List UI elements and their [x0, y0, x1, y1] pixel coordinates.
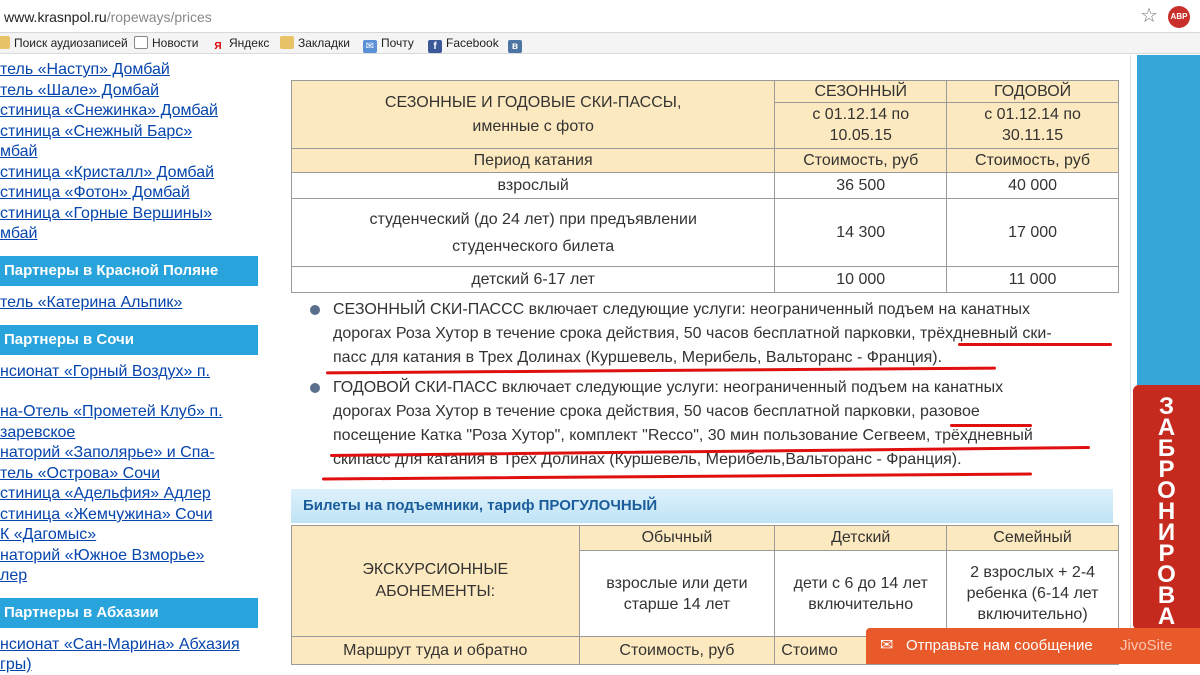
- url-path: /ropeways/prices: [106, 9, 212, 25]
- season-pass-description: СЕЗОННЫЙ СКИ-ПАССС включает следующие ус…: [333, 301, 1052, 366]
- child-desc: дети с 6 до 14 лет включительно: [774, 550, 948, 637]
- envelope-icon: ✉: [880, 637, 894, 654]
- sidebar-heading-sochi: Партнеры в Сочи: [0, 325, 258, 355]
- sidebar-link[interactable]: наторий «Южное Взморье»: [0, 546, 204, 566]
- page-icon: [134, 36, 148, 49]
- cost-label: Стоимость, руб: [774, 148, 948, 173]
- table-row: студенческий (до 24 лет) при предъявлени…: [290, 198, 1119, 267]
- sidebar-link[interactable]: тель «Острова» Сочи: [0, 464, 160, 484]
- sidebar-link[interactable]: на-Отель «Прометей Клуб» п.: [0, 402, 223, 422]
- bullet-icon: [310, 305, 320, 315]
- sidebar-heading-krasnaya-polyana: Партнеры в Красной Поляне: [0, 256, 258, 286]
- chat-widget-button[interactable]: ✉ Отправьте нам сообщение JivoSite: [866, 628, 1200, 664]
- sidebar-link[interactable]: мбай: [0, 142, 37, 162]
- sidebar-link[interactable]: тель «Наступ» Домбай: [0, 60, 170, 80]
- bookmark-folder[interactable]: Закладки: [280, 35, 350, 52]
- table-row: детский 6-17 лет 10 000 11 000: [290, 266, 1119, 293]
- season-header-cell: СЕЗОННЫЙ с 01.12.14 по 10.05.15: [774, 80, 948, 149]
- sidebar-link[interactable]: гры): [0, 655, 32, 675]
- sidebar-link[interactable]: лер: [0, 566, 27, 586]
- chat-widget-label: Отправьте нам сообщение: [906, 637, 1093, 654]
- year-header-cell: ГОДОВОЙ с 01.12.14 по 30.11.15: [946, 80, 1119, 149]
- period-label: Период катания: [290, 148, 776, 173]
- facebook-icon: f: [428, 40, 442, 53]
- sidebar-link[interactable]: стиница «Снежный Барс»: [0, 122, 192, 142]
- bookmark-news[interactable]: Новости: [134, 35, 198, 52]
- section-heading-walking-tariff: Билеты на подъемники, тариф ПРОГУЛОЧНЫЙ: [291, 489, 1113, 523]
- red-underline: [950, 424, 1032, 427]
- excursion-title-cell: ЭКСКУРСИОННЫЕ АБОНЕМЕНТЫ:: [291, 525, 580, 637]
- chat-widget-brand: JivoSite: [1120, 637, 1173, 654]
- red-underline: [958, 343, 1112, 346]
- sidebar-link[interactable]: стиница «Кристалл» Домбай: [0, 163, 214, 183]
- table-title-cell: СЕЗОННЫЕ И ГОДОВЫЕ СКИ-ПАССЫ, именные с …: [290, 80, 776, 149]
- ski-pass-table: СЕЗОННЫЕ И ГОДОВЫЕ СКИ-ПАССЫ, именные с …: [290, 80, 1119, 293]
- sidebar-link[interactable]: стиница «Горные Вершины»: [0, 204, 212, 224]
- sidebar-link[interactable]: тель «Катерина Альпик»: [0, 293, 182, 313]
- folder-icon: [280, 36, 294, 49]
- col-regular: Обычный: [578, 525, 776, 551]
- address-bar[interactable]: www.krasnpol.ru/ropeways/prices ☆ ABP: [0, 0, 1200, 33]
- bookmarks-bar: Поиск аудиозаписей Новости Я Яндекс Закла…: [0, 33, 1200, 54]
- url-field[interactable]: www.krasnpol.ru/ropeways/prices: [0, 4, 212, 30]
- url-host: www.krasnpol.ru: [4, 9, 107, 25]
- adblock-icon[interactable]: ABP: [1168, 6, 1190, 28]
- bookmark-vk[interactable]: в: [508, 35, 526, 53]
- sidebar-link[interactable]: тель «Шале» Домбай: [0, 81, 159, 101]
- bookmark-mail[interactable]: ✉ Почту: [363, 35, 414, 53]
- sidebar-link[interactable]: мбай: [0, 224, 37, 244]
- cost-label: Стоимость, руб: [946, 148, 1119, 173]
- folder-icon: [0, 36, 10, 49]
- bookmark-yandex[interactable]: Я Яндекс: [211, 35, 269, 52]
- sidebar-link[interactable]: нсионат «Сан-Марина» Абхазия: [0, 635, 240, 655]
- col-family: Семейный: [946, 525, 1119, 551]
- sidebar-link[interactable]: нсионат «Горный Воздух» п.: [0, 362, 210, 382]
- cost-label: Стоимость, руб: [578, 636, 776, 665]
- family-desc: 2 взрослых + 2-4 ребенка (6-14 лет включ…: [946, 550, 1119, 637]
- sidebar-link[interactable]: стиница «Адельфия» Адлер: [0, 484, 211, 504]
- sidebar-link[interactable]: стиница «Фотон» Домбай: [0, 183, 190, 203]
- sidebar-link[interactable]: стиница «Жемчужина» Сочи: [0, 505, 213, 525]
- route-label: Маршрут туда и обратно: [291, 636, 580, 665]
- booking-tab[interactable]: З А Б Р О Н И Р О В А: [1133, 385, 1200, 630]
- bullet-icon: [310, 383, 320, 393]
- sidebar-link[interactable]: наторий «Заполярье» и Спа-: [0, 443, 215, 463]
- right-banner: [1137, 55, 1200, 385]
- sidebar-link[interactable]: стиница «Снежинка» Домбай: [0, 101, 218, 121]
- sidebar-link[interactable]: заревское: [0, 423, 75, 443]
- red-underline: [321, 472, 1033, 481]
- vk-icon: в: [508, 40, 522, 53]
- sidebar: тель «Наступ» Домбай тель «Шале» Домбай …: [0, 55, 258, 673]
- sidebar-heading-abkhazia: Партнеры в Абхазии: [0, 598, 258, 628]
- sidebar-link[interactable]: К «Дагомыс»: [0, 525, 96, 545]
- col-child: Детский: [774, 525, 948, 551]
- regular-desc: взрослые или дети старше 14 лет: [578, 550, 776, 637]
- yandex-icon: Я: [214, 41, 222, 52]
- table-row: взрослый 36 500 40 000: [290, 172, 1119, 199]
- mail-icon: ✉: [363, 40, 377, 53]
- bookmark-star-icon[interactable]: ☆: [1140, 5, 1158, 27]
- bookmark-facebook[interactable]: f Facebook: [428, 35, 499, 53]
- bookmark-audio-search[interactable]: Поиск аудиозаписей: [0, 35, 128, 52]
